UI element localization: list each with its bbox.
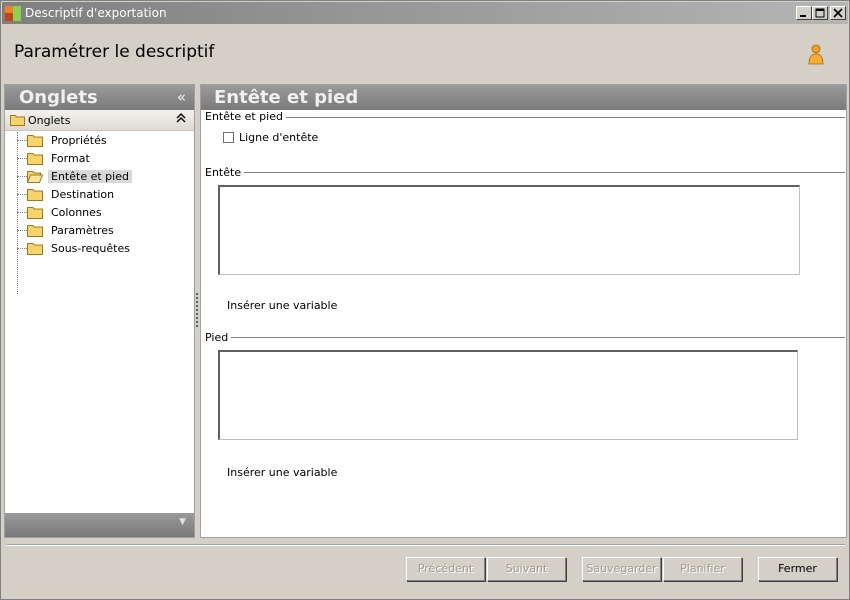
previous-button[interactable]: Précédent [406,557,485,581]
tree-item-label: Sous-requêtes [51,242,130,255]
content-panel-title: Entête et pied [214,87,359,108]
tabs-group-header[interactable]: Onglets [5,110,194,131]
insert-variable-footer-link[interactable]: Insérer une variable [227,466,337,479]
footer-text-area[interactable] [218,350,798,440]
tree-item-label: Propriétés [51,134,107,147]
close-button[interactable]: Fermer [758,557,837,581]
schedule-button[interactable]: Planifier [663,557,742,581]
export-descriptor-window: Descriptif d'exportation Paramétrer le d… [0,0,850,600]
tree-item-label: Format [51,152,90,165]
tabs-panel-title: Onglets [19,87,98,108]
tree-item-sous-requetes[interactable]: Sous-requêtes [5,240,194,258]
maximize-button[interactable] [812,6,828,20]
tree-item-label: Colonnes [51,206,102,219]
maximize-icon [815,8,825,18]
tree-item-destination[interactable]: Destination [5,186,194,204]
user-icon[interactable] [807,44,825,66]
tree-item-entete-et-pied[interactable]: Entête et pied [5,168,194,186]
tabs-group-label: Onglets [28,114,71,127]
section-divider [205,337,845,338]
bottom-separator [7,544,845,546]
folder-open-icon [27,171,43,183]
section-pied-legend: Pied [205,331,232,344]
folder-icon [27,207,43,219]
folder-icon [27,243,43,255]
minimize-icon [800,15,806,17]
tree-item-label: Destination [51,188,115,201]
section-header-footer-legend: Entête et pied [205,110,286,123]
header-line-checkbox-label[interactable]: Ligne d'entête [239,131,318,144]
panel-splitter[interactable] [196,293,198,327]
folder-icon [10,115,25,126]
header-text-area[interactable] [218,185,800,275]
title-bar: Descriptif d'exportation [2,2,848,24]
collapse-group-icon[interactable] [176,112,186,127]
tabs-panel-footer[interactable]: ▼ [5,513,194,537]
insert-variable-header-link[interactable]: Insérer une variable [227,299,337,312]
folder-icon [27,153,43,165]
collapse-panel-icon[interactable]: « [177,88,186,106]
window-title: Descriptif d'exportation [25,6,167,20]
tree-item-colonnes[interactable]: Colonnes [5,204,194,222]
section-divider [205,117,845,118]
close-window-button[interactable] [830,6,846,20]
chevron-down-icon[interactable]: ▼ [179,517,186,527]
section-divider [205,172,845,173]
header-line-checkbox[interactable] [223,132,234,143]
save-button[interactable]: Sauvegarder [582,557,661,581]
tree-item-parametres[interactable]: Paramètres [5,222,194,240]
tree-item-proprietes[interactable]: Propriétés [5,132,194,150]
close-icon [833,8,843,18]
content-panel-header: Entête et pied [201,85,846,110]
folder-icon [27,189,43,201]
app-icon [5,6,21,21]
tree-item-label: Paramètres [51,224,114,237]
tree-item-label: Entête et pied [48,170,132,183]
tabs-panel: Onglets « Onglets Propriétés Format Entê… [4,84,195,538]
minimize-button[interactable] [796,6,812,20]
tabs-panel-header: Onglets « [5,85,194,110]
folder-icon [27,135,43,147]
content-panel: Entête et pied Entête et pied Ligne d'en… [200,84,847,538]
section-entete-legend: Entête [205,166,245,179]
next-button[interactable]: Suivant [487,557,566,581]
page-title: Paramétrer le descriptif [14,42,215,62]
tree-item-format[interactable]: Format [5,150,194,168]
folder-icon [27,225,43,237]
